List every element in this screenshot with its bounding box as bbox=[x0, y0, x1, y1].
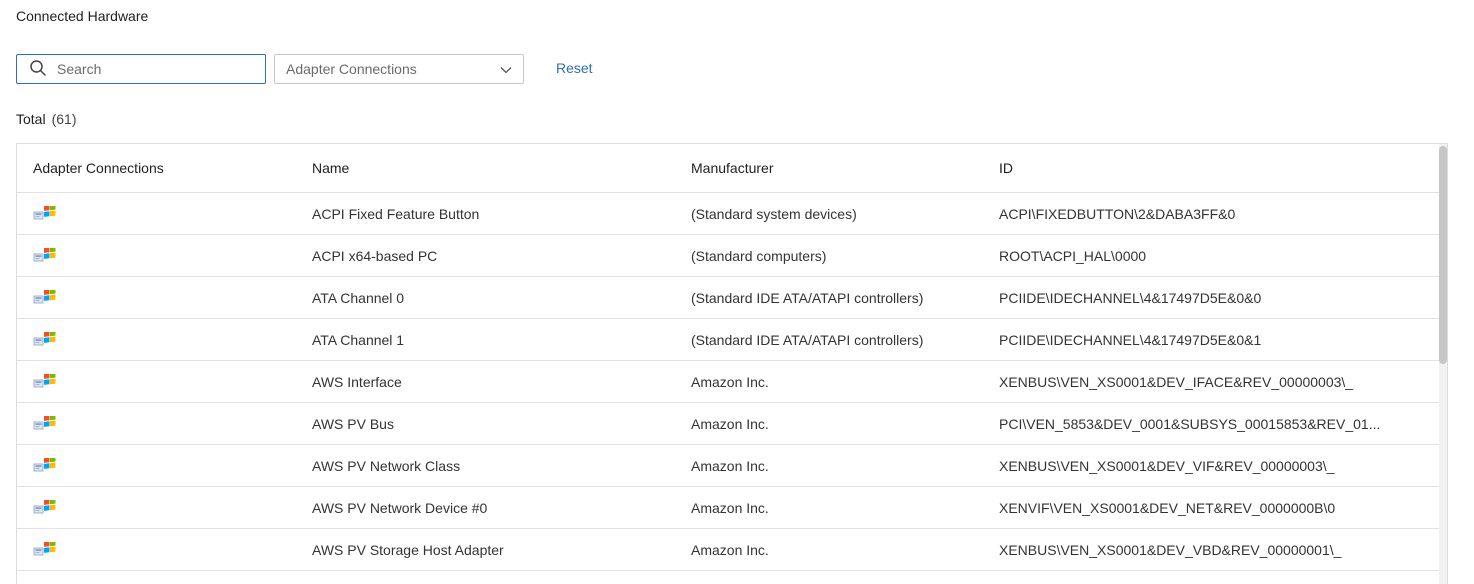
chevron-down-icon bbox=[500, 63, 512, 79]
manufacturer-cell: Amazon Inc. bbox=[691, 541, 769, 558]
manufacturer-cell: Amazon Inc. bbox=[691, 373, 769, 390]
windows-hardware-icon bbox=[33, 288, 57, 306]
manufacturer-cell: (Standard IDE ATA/ATAPI controllers) bbox=[691, 331, 924, 348]
table-scrollbar[interactable] bbox=[1439, 144, 1447, 584]
device-name-cell: ACPI Fixed Feature Button bbox=[312, 205, 480, 222]
table-row[interactable]: ATA Channel 0 (Standard IDE ATA/ATAPI con… bbox=[17, 277, 1440, 319]
reset-link[interactable]: Reset bbox=[556, 60, 593, 76]
windows-hardware-icon bbox=[33, 540, 57, 558]
hardware-table: Adapter Connections Name Manufacturer ID… bbox=[16, 143, 1448, 584]
device-name-cell: AWS PV Network Device #0 bbox=[312, 499, 488, 516]
adapter-connection-cell bbox=[33, 361, 303, 402]
device-id-cell: ROOT\ACPI_HAL\0000 bbox=[999, 247, 1147, 264]
adapter-connection-cell bbox=[33, 193, 303, 234]
total-value: (61) bbox=[51, 111, 77, 127]
search-field[interactable] bbox=[16, 54, 266, 84]
column-header-id[interactable]: ID bbox=[999, 144, 1379, 192]
table-row[interactable]: AWS Interface Amazon Inc. XENBUS\VEN_XS000… bbox=[17, 361, 1440, 403]
windows-hardware-icon bbox=[33, 330, 57, 348]
device-id-cell: XENBUS\VEN_XS0001&DEV_VBD&REV_00000001\_ bbox=[999, 541, 1342, 558]
manufacturer-cell: (Standard computers) bbox=[691, 247, 827, 264]
table-row[interactable]: ATA Channel 1 (Standard IDE ATA/ATAPI con… bbox=[17, 319, 1440, 361]
windows-hardware-icon bbox=[33, 456, 57, 474]
adapter-connection-cell bbox=[33, 571, 303, 584]
device-id-cell: ACPI\FIXEDBUTTON\2&DABA3FF&0 bbox=[999, 205, 1236, 222]
column-header-adapter-connections[interactable]: Adapter Connections bbox=[33, 144, 303, 192]
search-input[interactable] bbox=[57, 61, 237, 77]
total-label: Total bbox=[16, 111, 46, 127]
device-id-cell: PCIIDE\IDECHANNEL\4&17497D5E&0&0 bbox=[999, 289, 1262, 306]
scrollbar-thumb[interactable] bbox=[1439, 146, 1447, 364]
manufacturer-cell bbox=[691, 571, 991, 584]
adapter-connection-cell bbox=[33, 403, 303, 444]
total-count: Total (61) bbox=[16, 111, 76, 127]
search-icon bbox=[29, 59, 47, 80]
windows-hardware-icon bbox=[33, 204, 57, 222]
dropdown-selected-value: Adapter Connections bbox=[286, 61, 417, 77]
adapter-connection-cell bbox=[33, 235, 303, 276]
windows-hardware-icon bbox=[33, 414, 57, 432]
device-id-cell: XENBUS\VEN_XS0001&DEV_VIF&REV_00000003\_ bbox=[999, 457, 1335, 474]
device-name-cell: ATA Channel 1 bbox=[312, 331, 405, 348]
device-id-cell: XENBUS\VEN_XS0001&DEV_IFACE&REV_00000003… bbox=[999, 373, 1354, 390]
windows-hardware-icon bbox=[33, 498, 57, 516]
adapter-connection-cell bbox=[33, 529, 303, 570]
windows-hardware-icon bbox=[33, 372, 57, 390]
table-row[interactable] bbox=[17, 571, 1440, 584]
device-name-cell bbox=[312, 571, 682, 584]
device-name-cell: ACPI x64-based PC bbox=[312, 247, 438, 264]
adapter-connection-cell bbox=[33, 487, 303, 528]
table-row[interactable]: AWS PV Bus Amazon Inc. PCI\VEN_5853&DEV_00… bbox=[17, 403, 1440, 445]
manufacturer-cell: Amazon Inc. bbox=[691, 499, 769, 516]
page-title: Connected Hardware bbox=[16, 8, 149, 24]
manufacturer-cell: (Standard IDE ATA/ATAPI controllers) bbox=[691, 289, 924, 306]
table-header: Adapter Connections Name Manufacturer ID bbox=[17, 144, 1440, 193]
windows-hardware-icon bbox=[33, 246, 57, 264]
column-filter-dropdown[interactable]: Adapter Connections bbox=[274, 54, 524, 84]
device-name-cell: AWS PV Storage Host Adapter bbox=[312, 541, 504, 558]
table-row[interactable]: AWS PV Network Device #0 Amazon Inc. XENVI… bbox=[17, 487, 1440, 529]
device-id-cell: PCI\VEN_5853&DEV_0001&SUBSYS_00015853&RE… bbox=[999, 415, 1379, 432]
device-name-cell: AWS Interface bbox=[312, 373, 402, 390]
device-id-cell bbox=[999, 571, 1379, 584]
device-id-cell: PCIIDE\IDECHANNEL\4&17497D5E&0&1 bbox=[999, 331, 1262, 348]
adapter-connection-cell bbox=[33, 277, 303, 318]
device-name-cell: AWS PV Network Class bbox=[312, 457, 461, 474]
adapter-connection-cell bbox=[33, 445, 303, 486]
table-row[interactable]: AWS PV Network Class Amazon Inc. XENBUS\VE… bbox=[17, 445, 1440, 487]
device-name-cell: ATA Channel 0 bbox=[312, 289, 405, 306]
device-name-cell: AWS PV Bus bbox=[312, 415, 394, 432]
column-header-name[interactable]: Name bbox=[312, 144, 682, 192]
table-row[interactable]: ACPI Fixed Feature Button (Standard syste… bbox=[17, 193, 1440, 235]
column-header-manufacturer[interactable]: Manufacturer bbox=[691, 144, 991, 192]
manufacturer-cell: (Standard system devices) bbox=[691, 205, 857, 222]
adapter-connection-cell bbox=[33, 319, 303, 360]
manufacturer-cell: Amazon Inc. bbox=[691, 457, 769, 474]
device-id-cell: XENVIF\VEN_XS0001&DEV_NET&REV_0000000B\0 bbox=[999, 499, 1336, 516]
table-row[interactable]: AWS PV Storage Host Adapter Amazon Inc. XE… bbox=[17, 529, 1440, 571]
table-row[interactable]: ACPI x64-based PC (Standard computers) ROO… bbox=[17, 235, 1440, 277]
manufacturer-cell: Amazon Inc. bbox=[691, 415, 769, 432]
